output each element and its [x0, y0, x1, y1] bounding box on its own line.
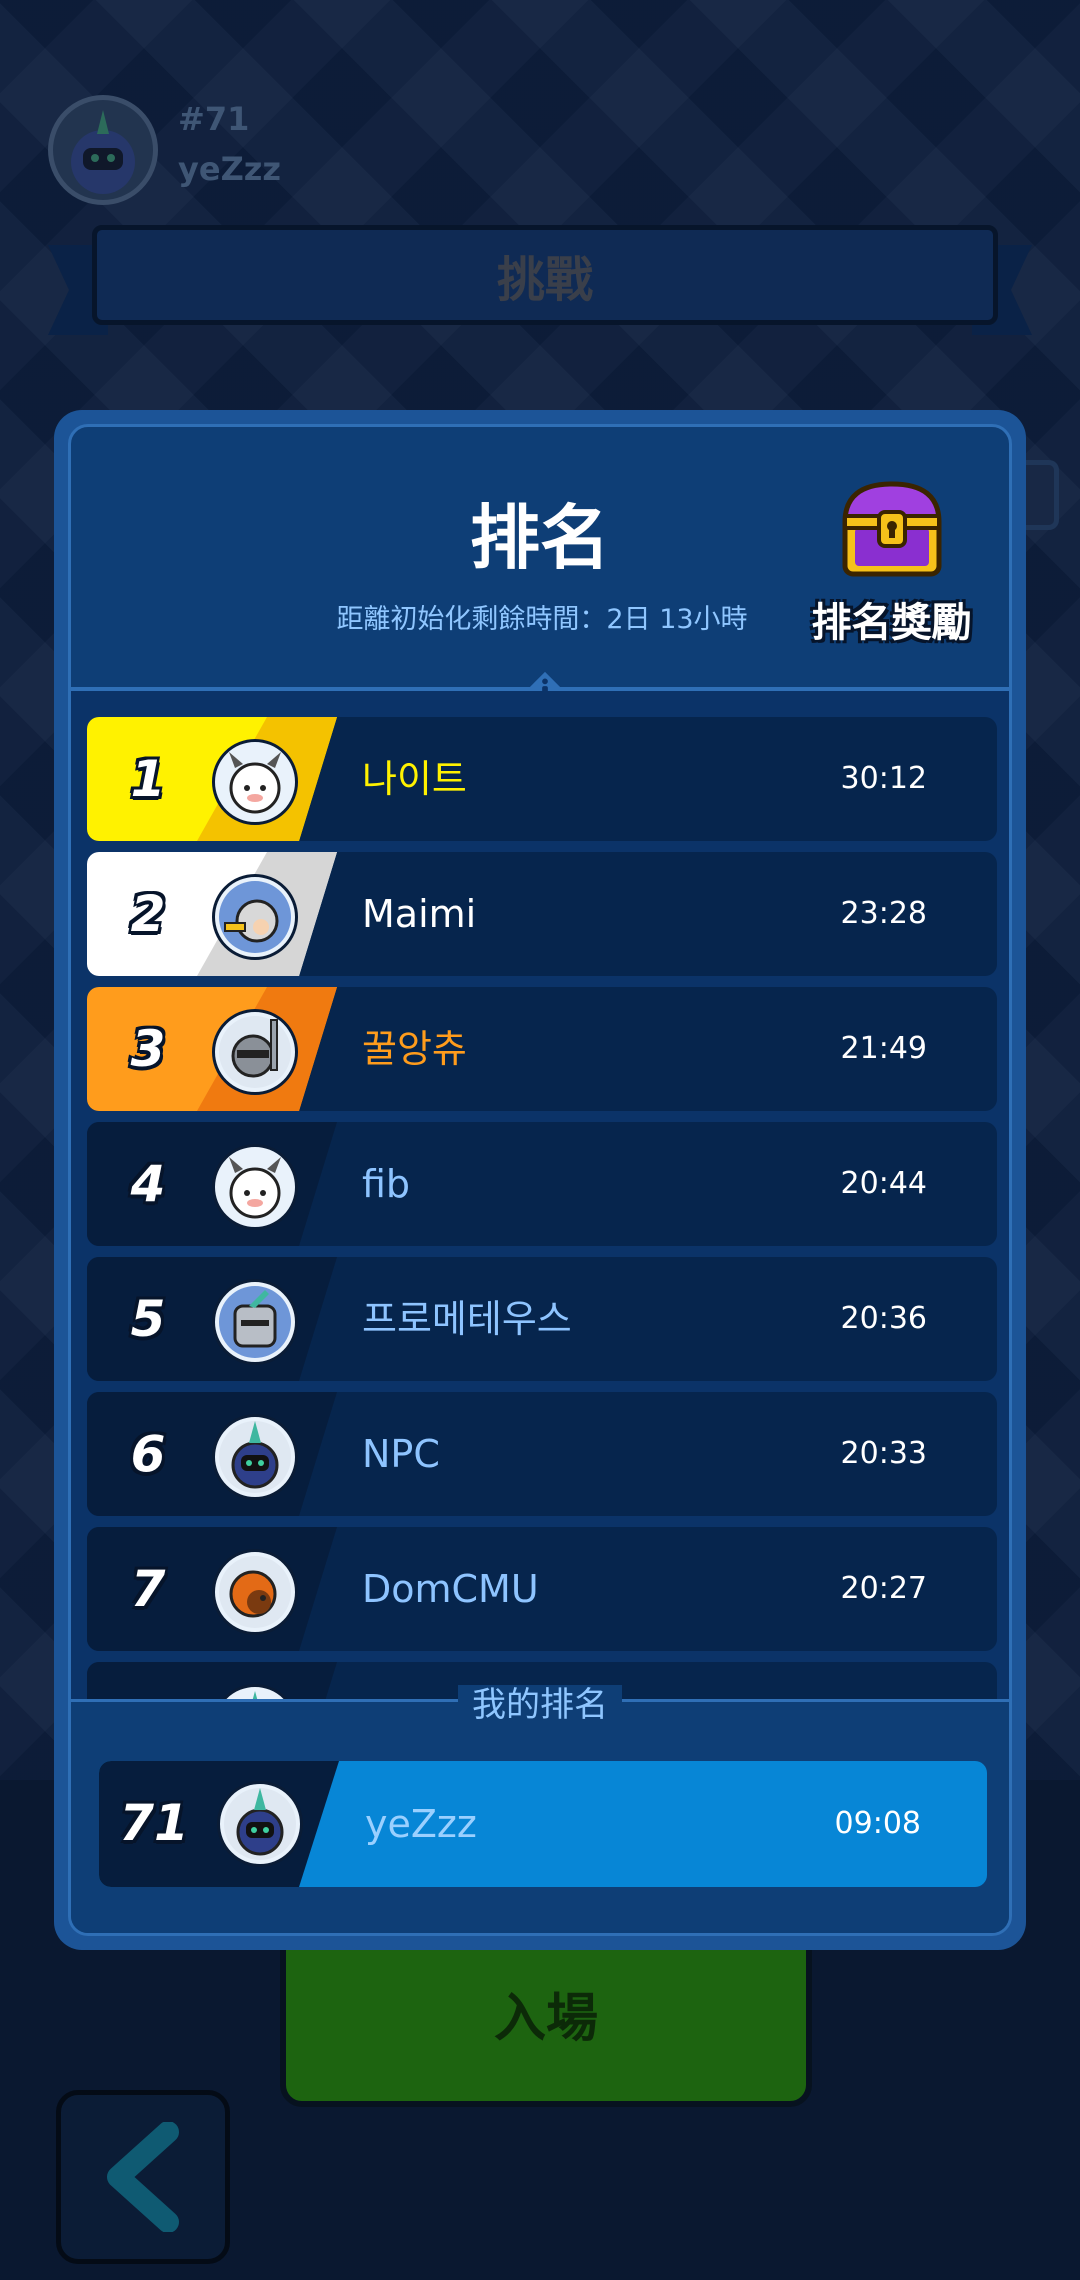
avatar — [217, 1781, 303, 1867]
player-time: 20:44 — [840, 1166, 927, 1201]
ranking-modal: 排名 距離初始化剩餘時間：2日 13小時 排名獎勵 1 나이트 30:12 2 … — [54, 410, 1026, 1950]
my-name: yeZzz — [365, 1802, 477, 1846]
player-name: 나이트 — [362, 757, 467, 801]
player-avatar[interactable] — [48, 95, 158, 205]
player-name: 프로메테우스 — [362, 1297, 572, 1341]
my-rank-label: 我的排名 — [458, 1685, 622, 1725]
rank-reward-label: 排名獎勵 — [811, 600, 972, 646]
avatar — [212, 874, 298, 960]
player-name: DomCMU — [362, 1567, 539, 1611]
rank-number: 2 — [130, 885, 166, 943]
challenge-banner: 挑戰 — [92, 225, 998, 325]
player-time: 20:33 — [840, 1436, 927, 1471]
rank-number: 3 — [130, 1020, 166, 1078]
my-rank-number: 71 — [119, 1794, 189, 1852]
rank-number: 5 — [130, 1290, 166, 1348]
back-button[interactable] — [56, 2090, 230, 2264]
enter-button-label: 入場 — [493, 1989, 598, 2049]
player-rank: #71 — [178, 100, 250, 138]
my-time: 09:08 — [834, 1806, 921, 1841]
player-time: 30:12 — [840, 761, 927, 796]
rank-number: 7 — [130, 1560, 166, 1618]
ranking-row[interactable]: 6 NPC 20:33 — [87, 1392, 997, 1516]
player-name: fib — [362, 1162, 411, 1206]
avatar — [212, 739, 298, 825]
ranking-row[interactable]: 7 DomCMU 20:27 — [87, 1527, 997, 1651]
chevron-left-icon — [107, 2122, 179, 2232]
ranking-row[interactable]: 4 fib 20:44 — [87, 1122, 997, 1246]
rank-number: 4 — [130, 1155, 166, 1213]
player-name: 꿀앙츄 — [362, 1027, 467, 1071]
banner-title: 挑戰 — [496, 252, 593, 308]
ranking-list[interactable]: 1 나이트 30:12 2 Maimi 23:28 3 꿀앙츄 21:49 4 … — [71, 691, 1009, 1699]
ranking-row[interactable]: 3 꿀앙츄 21:49 — [87, 987, 997, 1111]
ranking-row[interactable]: 5 프로메테우스 20:36 — [87, 1257, 997, 1381]
player-time: 20:27 — [840, 1571, 927, 1606]
avatar — [212, 1414, 298, 1500]
rank-number: 6 — [130, 1425, 166, 1483]
rank-reward-button[interactable]: 排名獎勵 — [804, 472, 979, 648]
player-time: 21:49 — [840, 1031, 927, 1066]
player-time: 20:36 — [840, 1301, 927, 1336]
player-name: yeZzz — [178, 150, 282, 188]
avatar — [212, 1144, 298, 1230]
player-time: 23:28 — [840, 896, 927, 931]
ranking-row[interactable]: 2 Maimi 23:28 — [87, 852, 997, 976]
ranking-row[interactable]: 1 나이트 30:12 — [87, 717, 997, 841]
rank-number: 1 — [130, 750, 166, 808]
avatar — [212, 1279, 298, 1365]
avatar — [212, 1009, 298, 1095]
player-name: Maimi — [362, 892, 477, 936]
treasure-chest-icon — [841, 481, 942, 577]
avatar — [212, 1549, 298, 1635]
my-rank-section: 我的排名 71 yeZzz 09:08 — [71, 1685, 1009, 1933]
player-name: NPC — [362, 1432, 440, 1476]
ranking-modal-body: 排名 距離初始化剩餘時間：2日 13小時 排名獎勵 1 나이트 30:12 2 … — [68, 424, 1012, 1936]
my-rank-row[interactable]: 71 yeZzz 09:08 — [99, 1761, 987, 1887]
